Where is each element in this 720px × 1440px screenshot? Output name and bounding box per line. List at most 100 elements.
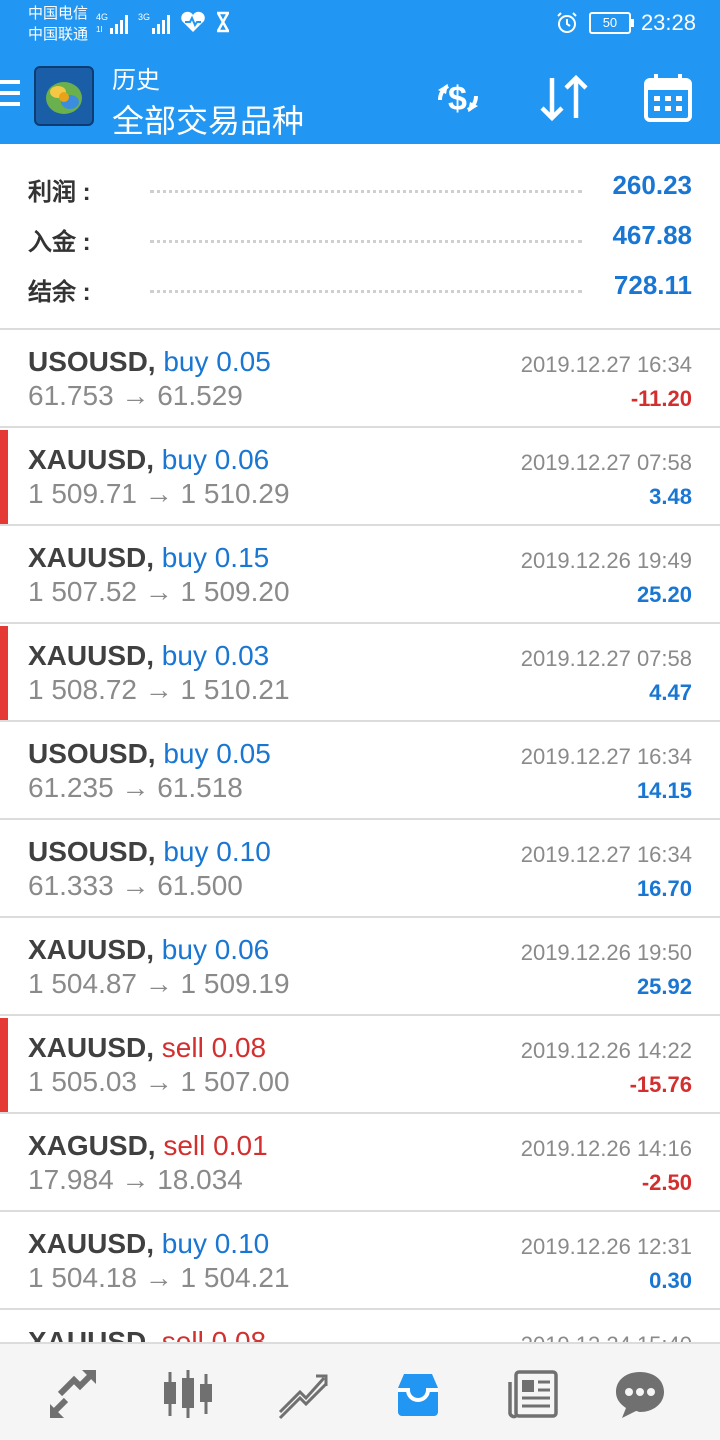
open-marker [0,626,8,720]
trade-direction: buy 0.15 [161,542,270,573]
carrier-2: 中国联通 [28,26,89,43]
page-title: 历史 [112,67,160,94]
svg-text:$: $ [448,80,467,118]
trade-direction: buy 0.05 [163,346,271,377]
signal-3g-icon: 3G [138,12,170,34]
summary-value: 728.11 [613,270,692,300]
trade-symbol: XAUUSD, buy 0.15 [28,542,270,573]
trade-symbol: XAUUSD, buy 0.06 [28,444,270,475]
trade-time: 2019.12.26 12:31 [520,1234,692,1259]
trade-profit: 0.30 [649,1268,692,1293]
trade-prices: 1 505.03 → 1 507.00 [28,1066,290,1097]
trade-symbol: USOUSD, buy 0.05 [28,346,271,377]
trade-profit: 14.15 [636,778,692,803]
app-logo[interactable] [34,66,94,126]
trade-row[interactable]: USOUSD, buy 0.05 61.753 → 61.529 2019.12… [0,330,720,428]
hourglass-icon [216,11,230,33]
signal-4g-icon: 4G 1l [96,12,128,34]
trade-time: 2019.12.27 16:34 [520,352,692,377]
summary-label: 利润 : [28,179,91,206]
carrier-1: 中国电信 [28,5,89,22]
summary-value: 467.88 [612,220,692,250]
trade-time: 2019.12.26 14:16 [520,1136,692,1161]
trade-prices: 17.984 → 18.034 [28,1164,243,1195]
summary-label: 入金 : [28,229,91,256]
trade-direction: buy 0.10 [161,1228,270,1259]
trade-profit: 3.48 [649,484,692,509]
trade-prices: 1 508.72 → 1 510.21 [28,674,290,705]
dotted-leader [150,290,582,293]
trade-row[interactable]: USOUSD, buy 0.05 61.235 → 61.518 2019.12… [0,722,720,820]
summary-row-balance: 结余 : 728.11 [28,268,692,308]
trade-prices: 1 504.18 → 1 504.21 [28,1262,290,1293]
carrier-info: 中国电信 中国联通 [28,3,88,45]
trade-symbol: XAUUSD, buy 0.03 [28,640,270,671]
currency-exchange-icon[interactable]: $ [430,70,486,126]
app-bar: 历史 全部交易品种 $ [0,52,720,144]
summary-row-deposit: 入金 : 467.88 [28,218,692,258]
trade-direction: sell 0.01 [163,1130,268,1161]
status-right: 50 23:28 [555,10,696,36]
trade-prices: 1 507.52 → 1 509.20 [28,576,290,607]
trade-symbol: XAUUSD, buy 0.10 [28,1228,270,1259]
trade-direction: sell 0.08 [161,1032,267,1063]
trade-time: 2019.12.27 07:58 [520,646,692,671]
battery-indicator: 50 [588,12,634,34]
summary-label: 结余 : [28,279,91,306]
trade-row[interactable]: XAGUSD, sell 0.01 17.984 → 18.034 2019.1… [0,1114,720,1212]
open-marker [0,430,8,524]
clock: 23:28 [640,10,696,35]
menu-icon[interactable] [0,80,20,110]
chart-candles-icon[interactable] [160,1366,216,1422]
symbol-filter[interactable]: 全部交易品种 [112,96,304,142]
trade-row[interactable]: XAUUSD, buy 0.15 1 507.52 → 1 509.20 201… [0,526,720,624]
trade-prices: 61.235 → 61.518 [28,772,243,803]
trade-prices: 61.333 → 61.500 [28,870,243,901]
summary-value: 260.23 [612,170,692,200]
alarm-icon [557,12,577,33]
trade-profit: -15.76 [629,1072,692,1097]
dotted-leader [150,240,582,243]
trade-symbol: USOUSD, buy 0.05 [28,738,271,769]
trade-direction: buy 0.06 [161,444,270,475]
trade-row[interactable]: XAUUSD, buy 0.03 1 508.72 → 1 510.21 201… [0,624,720,722]
trade-profit: 4.47 [649,680,692,705]
trade-row[interactable]: XAUUSD, buy 0.06 1 504.87 → 1 509.19 201… [0,918,720,1016]
trade-profit: 25.20 [636,582,692,607]
health-icon [181,11,205,32]
trade-profit: -11.20 [630,386,692,411]
metatrader-logo-icon [46,82,82,114]
trade-direction: buy 0.03 [161,640,270,671]
calendar-icon[interactable] [640,70,696,126]
trade-profit: 16.70 [636,876,692,901]
trade-time: 2019.12.27 16:34 [520,744,692,769]
trade-symbol: XAGUSD, sell 0.01 [28,1130,268,1161]
svg-text:3G: 3G [138,12,150,22]
trade-symbol: XAUUSD, buy 0.06 [28,934,270,965]
trade-time: 2019.12.26 19:50 [520,940,692,965]
svg-text:4G: 4G [96,12,108,22]
svg-text:1l: 1l [96,25,102,34]
trade-icon[interactable] [274,1366,330,1422]
history-icon[interactable] [390,1366,446,1422]
chat-icon[interactable] [612,1366,668,1422]
sort-icon[interactable] [536,70,592,126]
trade-time: 2019.12.27 07:58 [520,450,692,475]
summary-row-profit: 利润 : 260.23 [28,168,692,208]
trade-profit: 25.92 [636,974,692,999]
trade-direction: buy 0.10 [163,836,271,867]
trade-prices: 1 509.71 → 1 510.29 [28,478,290,509]
trade-row[interactable]: XAUUSD, sell 0.08 1 505.03 → 1 507.00 20… [0,1016,720,1114]
trade-direction: buy 0.06 [161,934,270,965]
trade-row[interactable]: XAUUSD, buy 0.06 1 509.71 → 1 510.29 201… [0,428,720,526]
news-icon[interactable] [506,1366,562,1422]
trade-prices: 61.753 → 61.529 [28,380,243,411]
trade-time: 2019.12.27 16:34 [520,842,692,867]
quotes-icon[interactable] [46,1366,102,1422]
trade-row[interactable]: XAUUSD, buy 0.10 1 504.18 → 1 504.21 201… [0,1212,720,1310]
open-marker [0,1018,8,1112]
trade-row[interactable]: USOUSD, buy 0.10 61.333 → 61.500 2019.12… [0,820,720,918]
trade-direction: buy 0.05 [163,738,271,769]
trade-time: 2019.12.26 19:49 [520,548,692,573]
trade-symbol: USOUSD, buy 0.10 [28,836,271,867]
